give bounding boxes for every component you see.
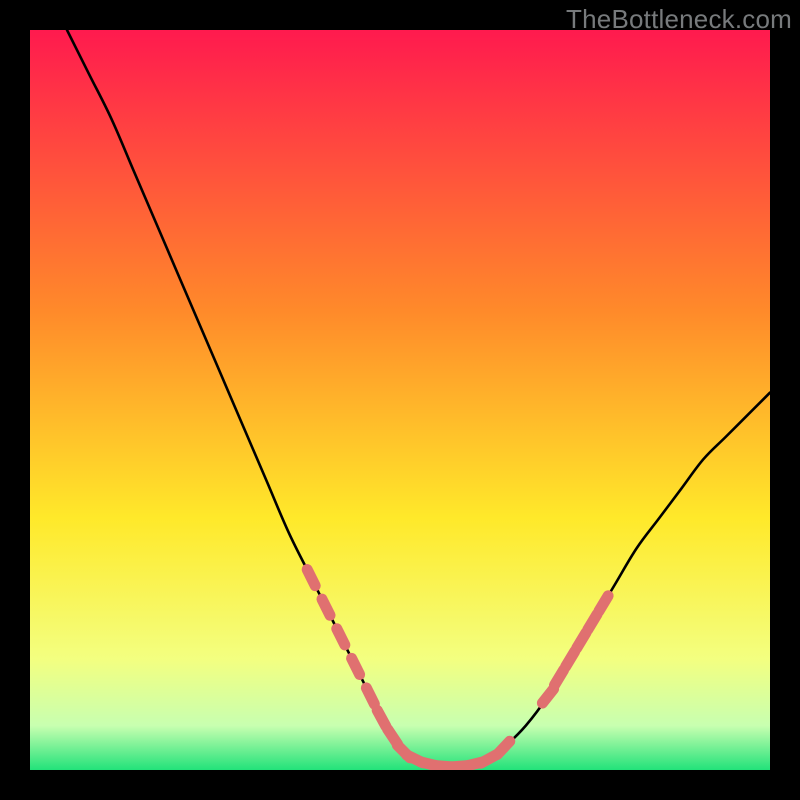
highlight-marker bbox=[307, 570, 315, 586]
highlight-marker bbox=[322, 599, 330, 615]
highlight-marker bbox=[337, 629, 345, 645]
highlight-marker bbox=[377, 710, 386, 726]
chart-frame: TheBottleneck.com bbox=[0, 0, 800, 800]
plot-area bbox=[30, 30, 770, 770]
highlight-marker bbox=[352, 658, 360, 674]
highlight-marker bbox=[366, 688, 374, 704]
gradient-background bbox=[30, 30, 770, 770]
bottleneck-chart bbox=[30, 30, 770, 770]
